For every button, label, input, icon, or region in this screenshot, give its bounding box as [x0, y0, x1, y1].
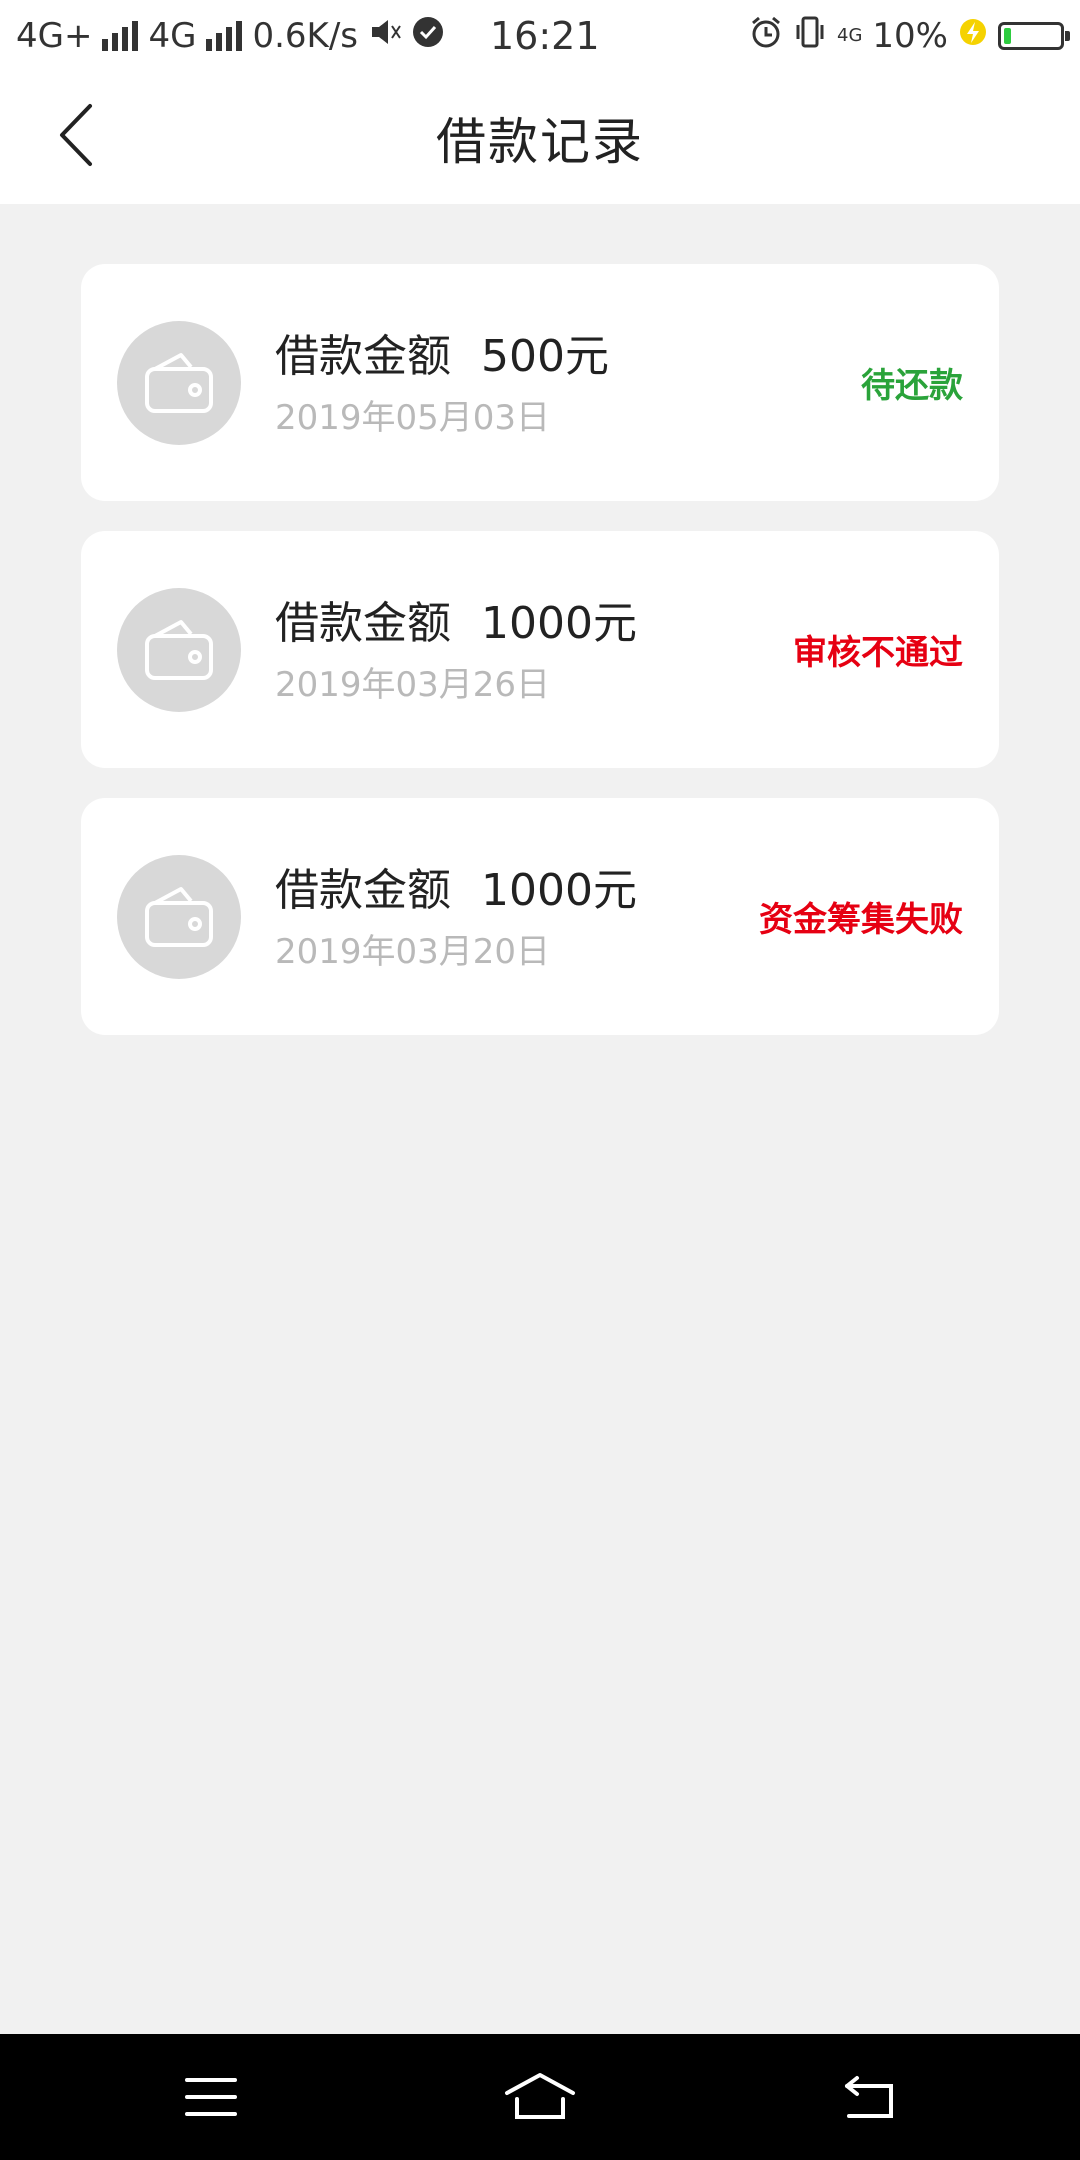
- wallet-icon: [145, 353, 213, 413]
- vibrate-icon: [793, 15, 827, 58]
- loan-record-card[interactable]: 借款金额 1000元 2019年03月20日 资金筹集失败: [81, 798, 999, 1035]
- amount-value: 1000元: [481, 598, 637, 649]
- check-circle-icon: [412, 16, 444, 57]
- wallet-avatar: [117, 588, 241, 712]
- signal-icon: [206, 21, 243, 51]
- network-type-1: 4G+: [16, 16, 93, 56]
- charging-icon: [958, 16, 988, 56]
- alarm-icon: [749, 15, 783, 58]
- battery-icon: [998, 22, 1070, 50]
- page-title: 借款记录: [436, 113, 644, 171]
- loan-date: 2019年03月26日: [275, 665, 551, 705]
- mute-icon: [368, 15, 402, 58]
- status-time: 16:21: [490, 14, 600, 58]
- status-bar: 4G+ 4G 0.6K/s 16:21 4G 10%: [0, 0, 1080, 72]
- menu-button[interactable]: [166, 2062, 256, 2132]
- wallet-icon: [145, 620, 213, 680]
- system-nav-bar: [0, 2034, 1080, 2160]
- header: 借款记录: [0, 72, 1080, 204]
- amount-value: 500元: [481, 331, 609, 382]
- wallet-avatar: [117, 321, 241, 445]
- amount-label: 借款金额: [275, 598, 451, 649]
- battery-percent: 10%: [872, 16, 948, 56]
- signal-icon: [102, 21, 139, 51]
- wallet-avatar: [117, 855, 241, 979]
- home-button[interactable]: [495, 2062, 585, 2132]
- loan-record-list: 借款金额 500元 2019年05月03日 待还款 借款金额 1000元 2019年…: [81, 264, 999, 1065]
- return-icon: [845, 2076, 893, 2118]
- network-speed: 0.6K/s: [252, 16, 358, 56]
- home-icon: [505, 2073, 575, 2119]
- status-left: 4G+ 4G 0.6K/s: [16, 0, 444, 72]
- amount-value: 1000元: [481, 865, 637, 916]
- network-type-3: 4G: [837, 25, 863, 46]
- network-type-2: 4G: [148, 16, 197, 56]
- screen: 4G+ 4G 0.6K/s 16:21 4G 10% 借款记录 借款金额 500…: [0, 0, 1080, 2160]
- amount-line: 借款金额 1000元: [275, 587, 637, 651]
- loan-record-card[interactable]: 借款金额 1000元 2019年03月26日 审核不通过: [81, 531, 999, 768]
- amount-line: 借款金额 1000元: [275, 854, 637, 918]
- loan-status: 资金筹集失败: [759, 900, 963, 940]
- menu-icon: [185, 2078, 237, 2116]
- status-right: 4G 10%: [749, 0, 1070, 72]
- amount-label: 借款金额: [275, 331, 451, 382]
- amount-line: 借款金额 500元: [275, 320, 609, 384]
- loan-date: 2019年03月20日: [275, 932, 551, 972]
- loan-record-card[interactable]: 借款金额 500元 2019年05月03日 待还款: [81, 264, 999, 501]
- loan-status: 审核不通过: [793, 633, 963, 673]
- amount-label: 借款金额: [275, 865, 451, 916]
- wallet-icon: [145, 887, 213, 947]
- return-button[interactable]: [824, 2062, 914, 2132]
- loan-status: 待还款: [861, 366, 963, 406]
- loan-date: 2019年05月03日: [275, 398, 551, 438]
